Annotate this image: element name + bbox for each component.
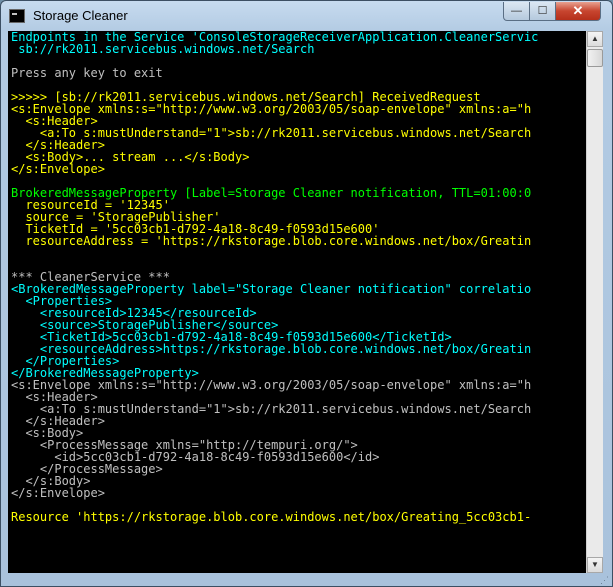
close-button[interactable]: ✕ bbox=[555, 2, 601, 21]
console-line: </s:Envelope> bbox=[11, 162, 105, 176]
scroll-thumb[interactable] bbox=[587, 49, 603, 67]
scroll-up-button[interactable]: ▲ bbox=[587, 31, 603, 47]
window-title: Storage Cleaner bbox=[33, 8, 128, 23]
console-line: resourceAddress = 'https://rkstorage.blo… bbox=[11, 234, 532, 248]
maximize-button[interactable]: ☐ bbox=[529, 2, 556, 21]
console-line: Resource 'https://rkstorage.blob.core.wi… bbox=[11, 510, 532, 524]
console-app-icon[interactable] bbox=[9, 9, 25, 23]
window-bottom-frame: ⋰ bbox=[1, 573, 612, 586]
minimize-button[interactable]: — bbox=[503, 2, 530, 21]
console-line: sb://rk2011.servicebus.windows.net/Searc… bbox=[11, 42, 315, 56]
console-output[interactable]: Endpoints in the Service 'ConsoleStorage… bbox=[8, 31, 586, 573]
console-line: </ProcessMessage> bbox=[11, 462, 163, 476]
console-line: Press any key to exit bbox=[11, 66, 163, 80]
console-line: </s:Header> bbox=[11, 414, 105, 428]
console-window: Storage Cleaner — ☐ ✕ Endpoints in the S… bbox=[0, 0, 613, 587]
resize-grip-icon[interactable]: ⋰ bbox=[600, 575, 609, 586]
vertical-scrollbar[interactable]: ▲ ▼ bbox=[586, 31, 603, 573]
console-line: </s:Envelope> bbox=[11, 486, 105, 500]
scroll-down-button[interactable]: ▼ bbox=[587, 557, 603, 573]
title-bar[interactable]: Storage Cleaner — ☐ ✕ bbox=[1, 1, 612, 31]
